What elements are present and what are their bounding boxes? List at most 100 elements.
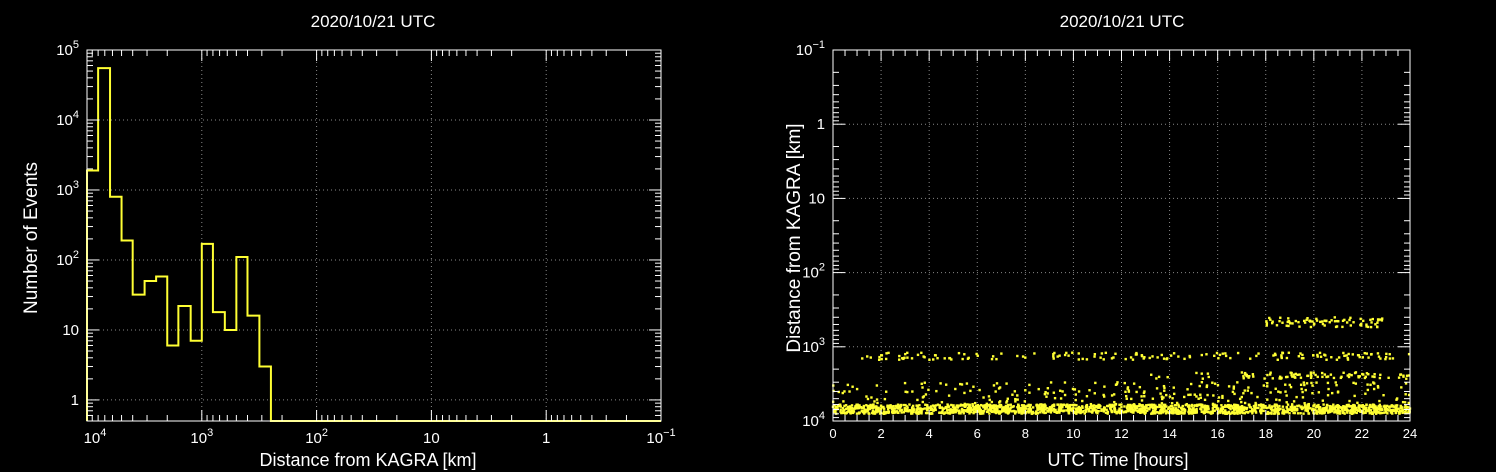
scatter-point <box>1150 373 1153 376</box>
scatter-point <box>1052 355 1055 358</box>
scatter-point <box>955 408 958 412</box>
scatter-point <box>982 396 985 399</box>
scatter-point <box>902 403 905 407</box>
scatter-point <box>903 381 907 385</box>
scatter-point <box>982 409 986 413</box>
scatter-point <box>1287 320 1290 323</box>
scatter-point <box>1168 395 1172 398</box>
scatter-point <box>939 382 942 385</box>
scatter-point <box>853 406 857 409</box>
scatter-point <box>1336 390 1340 393</box>
scatter-point <box>1135 405 1139 408</box>
scatter-point <box>1081 399 1084 403</box>
scatter-point <box>1395 404 1399 407</box>
scatter-point <box>1183 357 1186 361</box>
scatter-point <box>857 412 861 415</box>
scatter-point <box>873 400 876 403</box>
scatter-point <box>1235 410 1239 414</box>
scatter-point <box>1079 411 1082 415</box>
scatter-point <box>1000 352 1003 355</box>
scatter-point <box>1172 352 1176 355</box>
scatter-point <box>1017 409 1021 412</box>
scatter-point <box>1365 352 1368 355</box>
scatter-point <box>1323 406 1326 410</box>
scatter-point <box>1324 319 1328 323</box>
scatter-point <box>1285 394 1288 397</box>
scatter-point <box>1366 383 1369 386</box>
scatter-point <box>972 407 975 410</box>
scatter-point <box>1036 412 1040 415</box>
scatter-point <box>1126 408 1129 411</box>
scatter-point <box>1045 407 1049 410</box>
right-x-axis-title: UTC Time [hours] <box>1047 450 1188 470</box>
scatter-point <box>936 356 939 360</box>
scatter-point <box>1103 395 1106 398</box>
scatter-point <box>978 388 981 392</box>
scatter-point <box>907 410 910 413</box>
scatter-point <box>1118 403 1121 406</box>
left-x-tick-label: 10 <box>423 430 440 447</box>
scatter-point <box>1400 406 1403 409</box>
scatter-point <box>965 382 969 385</box>
scatter-point <box>1382 394 1385 397</box>
scatter-point <box>1088 389 1091 392</box>
scatter-point <box>1063 381 1067 384</box>
scatter-point <box>1056 355 1059 358</box>
scatter-point <box>1352 321 1355 324</box>
scatter-point <box>944 383 948 386</box>
scatter-point <box>1375 325 1379 328</box>
scatter-point <box>1320 371 1324 375</box>
scatter-point <box>943 412 946 415</box>
scatter-point <box>865 395 868 398</box>
scatter-point <box>920 382 923 386</box>
scatter-point <box>910 411 913 414</box>
scatter-point <box>1291 322 1294 325</box>
scatter-point <box>1404 393 1407 396</box>
scatter-point <box>1275 324 1279 327</box>
scatter-point <box>1292 400 1296 403</box>
scatter-point <box>1345 321 1349 324</box>
figure: 2020/10/21 UTC 110102103104105 104 103 102… <box>0 0 1496 472</box>
scatter-point <box>1052 357 1055 360</box>
scatter-point <box>943 357 946 360</box>
scatter-point <box>1162 396 1165 399</box>
scatter-point <box>960 383 964 386</box>
scatter-point <box>923 381 926 384</box>
scatter-point <box>1322 403 1325 406</box>
scatter-point <box>1099 356 1102 359</box>
scatter-point <box>1291 406 1294 409</box>
scatter-point <box>1062 403 1065 406</box>
scatter-point <box>1366 388 1370 392</box>
scatter-point <box>1315 381 1318 384</box>
scatter-point <box>1197 397 1200 400</box>
scatter-point <box>1167 407 1170 411</box>
scatter-point <box>1104 351 1108 355</box>
scatter-point <box>1060 403 1063 407</box>
scatter-point <box>926 411 929 414</box>
scatter-point <box>1085 405 1089 409</box>
scatter-point <box>1394 411 1397 414</box>
scatter-point <box>1325 375 1328 379</box>
scatter-point <box>861 357 864 360</box>
right-x-tick-label: 18 <box>1259 426 1273 441</box>
scatter-point <box>1266 410 1270 414</box>
scatter-point <box>1229 356 1232 360</box>
scatter-point <box>1299 376 1303 379</box>
right-y-tick-label: 1 <box>817 116 825 133</box>
scatter-point <box>1145 404 1148 407</box>
scatter-point <box>1323 324 1326 327</box>
scatter-point <box>1012 409 1015 413</box>
scatter-point <box>1138 385 1142 389</box>
scatter-point <box>1246 389 1249 392</box>
scatter-point <box>1369 404 1372 407</box>
scatter-point <box>1285 401 1288 404</box>
scatter-point <box>994 390 997 393</box>
scatter-point <box>1151 355 1154 358</box>
scatter-point <box>1278 377 1281 380</box>
scatter-point <box>1040 406 1043 409</box>
scatter-point <box>938 406 941 409</box>
scatter-point <box>906 351 909 355</box>
scatter-point <box>1212 394 1215 397</box>
scatter-point <box>1285 356 1289 360</box>
scatter-point <box>1311 391 1314 395</box>
